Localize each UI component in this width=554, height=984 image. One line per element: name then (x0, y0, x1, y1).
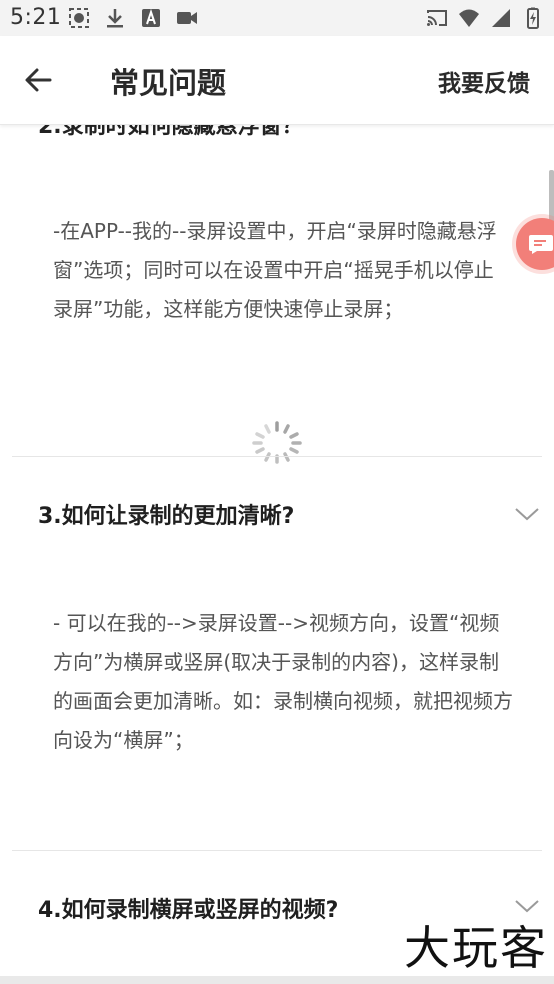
faq-answer-2: -在APP--我的--录屏设置中，开启“录屏时隐藏悬浮窗”选项；同时可以在设置中… (53, 219, 497, 321)
arrow-left-icon[interactable] (20, 62, 56, 98)
cast-icon (427, 10, 447, 26)
page-title: 常见问题 (110, 66, 227, 100)
wifi-icon (459, 9, 479, 27)
screen-record-icon (69, 8, 89, 28)
status-bar: 5:21 (0, 0, 554, 36)
download-icon (107, 9, 123, 28)
battery-charging-icon (527, 7, 539, 29)
watermark-logo: 大玩客 (404, 921, 548, 975)
faq-answer-3: - 可以在我的-->录屏设置-->视频方向，设置“视频方向”为横屏或竖屏(取决于… (53, 611, 513, 752)
app-header: 常见问题 我要反馈 (0, 36, 554, 125)
divider (12, 456, 542, 457)
faq-screen: 5:21 常见问题 我要反馈 2.录制时如何隐藏悬浮窗？ -在APP--我的--… (0, 0, 554, 984)
bottom-edge (0, 976, 554, 984)
faq-question-3-title: 3.如何让录制的更加清晰? (38, 504, 295, 529)
video-camera-icon (177, 12, 197, 24)
feedback-button[interactable]: 我要反馈 (438, 64, 530, 98)
status-time: 5:21 (10, 5, 62, 30)
faq-question-3[interactable]: 3.如何让录制的更加清晰? (38, 498, 538, 538)
message-icon (529, 235, 553, 254)
chevron-down-icon[interactable] (514, 506, 540, 522)
font-icon (142, 8, 160, 27)
status-left-icons (68, 7, 198, 29)
faq-list[interactable]: 2.录制时如何隐藏悬浮窗？ -在APP--我的--录屏设置中，开启“录屏时隐藏悬… (0, 124, 554, 984)
divider (12, 850, 542, 851)
loading-spinner-icon (252, 421, 302, 464)
signal-icon (492, 9, 510, 27)
faq-question-2-title: 2.录制时如何隐藏悬浮窗？ (38, 124, 304, 139)
status-right-icons (426, 7, 544, 29)
